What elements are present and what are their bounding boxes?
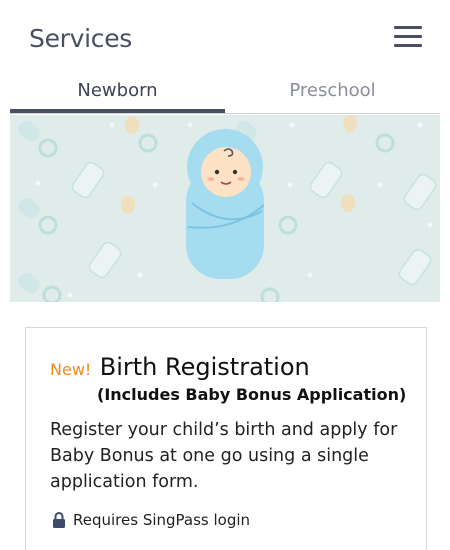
birth-registration-card[interactable]: New! Birth Registration (Includes Baby B… (25, 327, 427, 550)
card-title-row: New! Birth Registration (50, 353, 310, 381)
app-header: Services (0, 0, 450, 76)
page-title: Services (29, 24, 133, 53)
card-subtitle: (Includes Baby Bonus Application) (97, 385, 407, 404)
tab-preschool[interactable]: Preschool (225, 76, 440, 113)
swaddled-baby-illustration (18, 115, 437, 302)
requirement-text: Requires SingPass login (73, 511, 251, 529)
lock-icon (52, 512, 66, 528)
singpass-requirement: Requires SingPass login (52, 511, 250, 529)
new-badge: New! (50, 360, 92, 379)
tab-newborn[interactable]: Newborn (10, 76, 225, 113)
newborn-banner (10, 115, 440, 302)
tab-bar: Newborn Preschool (10, 76, 440, 114)
card-title: Birth Registration (99, 353, 310, 381)
card-description: Register your child’s birth and apply fo… (50, 420, 398, 492)
hamburger-menu-icon[interactable] (394, 26, 422, 50)
